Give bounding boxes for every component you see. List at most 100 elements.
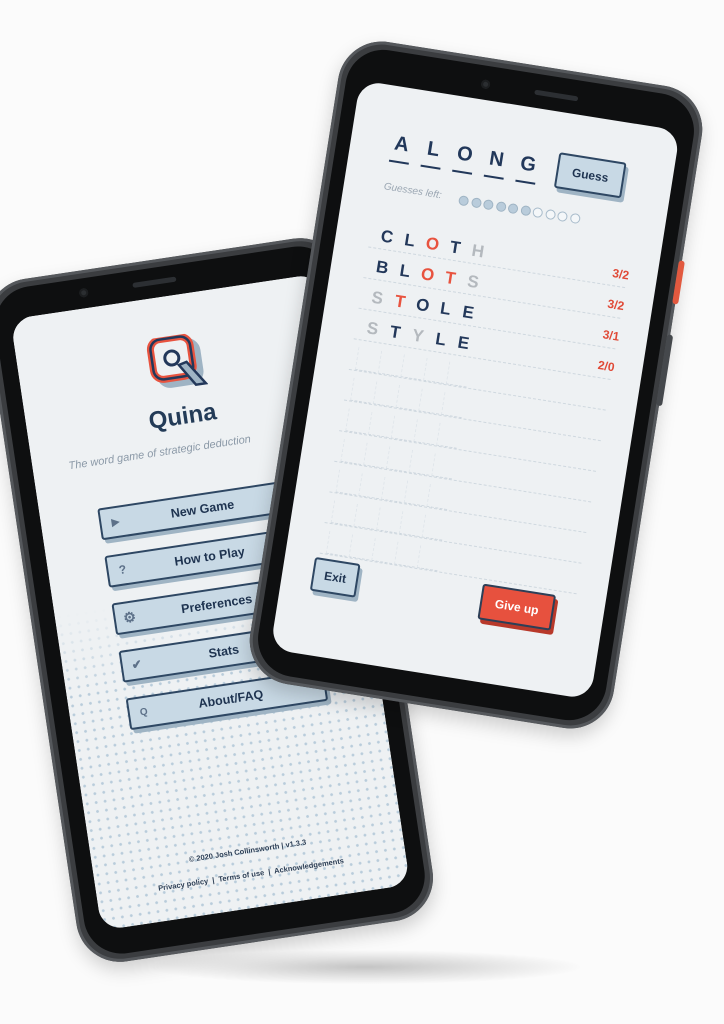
guess-letter-cell: L <box>392 259 417 284</box>
guess-used-dot <box>569 212 581 225</box>
guess-letter-cell: S <box>360 317 385 342</box>
guess-score: 3/1 <box>601 327 621 344</box>
terms-of-use-link[interactable]: Terms of use <box>218 868 265 884</box>
guess-used-dot <box>532 206 544 219</box>
guess-letter-cell: T <box>443 235 468 260</box>
guess-letter: S <box>370 287 385 309</box>
empty-letter-slot <box>400 354 425 381</box>
guess-letter-cell: E <box>456 300 481 325</box>
guess-letter-cell: C <box>374 225 399 250</box>
guess-used-dot <box>544 208 556 221</box>
guess-letter: L <box>434 329 448 350</box>
quina-logo-icon <box>146 333 209 388</box>
empty-letter-slot <box>371 538 396 565</box>
guess-letter: B <box>374 257 390 278</box>
guesses-left-label: Guesses left: <box>383 181 443 202</box>
play-icon: ▶ <box>110 516 121 529</box>
guess-letter: T <box>443 267 458 289</box>
guess-letter: O <box>424 233 441 255</box>
input-underline <box>483 174 504 180</box>
empty-letter-slot <box>330 500 355 527</box>
guess-used-dot <box>556 210 569 223</box>
guess-letter-cell: T <box>383 320 408 345</box>
guess-letter: E <box>461 302 476 323</box>
empty-letter-slot <box>335 469 360 496</box>
empty-letter-slot <box>436 422 461 449</box>
input-letter: A <box>392 132 411 157</box>
guess-letter-cell: Y <box>405 324 430 349</box>
empty-letter-slot <box>418 388 443 415</box>
empty-letter-slot <box>363 442 388 469</box>
input-underline <box>452 169 473 175</box>
empty-letter-slot <box>426 484 451 511</box>
empty-letter-slot <box>413 419 438 446</box>
guess-letter: C <box>379 226 395 248</box>
guess-letter-cell: H <box>465 239 490 264</box>
guess-letter: E <box>456 332 471 354</box>
empty-letter-slot <box>358 473 383 500</box>
guess-letter-cell: B <box>370 255 395 280</box>
input-underline <box>388 159 409 165</box>
phone-game-screen: A L O N G Guess Guesses left: C L O T H 3/2 B L… <box>243 35 709 735</box>
empty-letter-slot <box>393 541 419 568</box>
guess-letter-cell: S <box>365 286 390 311</box>
empty-letter-slot <box>423 357 448 384</box>
empty-letter-slot <box>340 439 365 466</box>
empty-letter-slot <box>385 446 411 473</box>
guess-letter-cell: T <box>438 266 463 291</box>
input-underline <box>420 164 441 170</box>
guess-letter-cell: L <box>397 228 422 253</box>
guess-letter-cell: O <box>420 232 445 257</box>
empty-letter-slot <box>348 534 373 561</box>
empty-letter-slot <box>440 392 466 419</box>
exit-button[interactable]: Exit <box>309 556 361 598</box>
guess-letter: Y <box>410 325 426 347</box>
guess-button[interactable]: Guess <box>553 152 627 199</box>
empty-letter-slot <box>354 347 380 374</box>
guess-letter-cell: L <box>433 297 458 322</box>
empty-letter-slot <box>372 381 398 408</box>
guess-letter: T <box>448 237 462 258</box>
q-logo-icon: Q <box>139 705 149 719</box>
empty-letter-slot <box>403 480 428 507</box>
empty-letter-slot <box>353 503 378 530</box>
empty-letter-slot <box>390 415 415 442</box>
empty-letter-slot <box>350 377 375 404</box>
guess-letter-cell: O <box>415 262 440 287</box>
give-up-button[interactable]: Give up <box>477 583 557 631</box>
guess-remaining-dot <box>470 197 482 209</box>
input-letter: N <box>487 147 506 172</box>
guess-letter: H <box>470 240 486 262</box>
guess-remaining-dot <box>507 202 519 215</box>
guess-remaining-dot <box>494 200 507 213</box>
privacy-policy-link[interactable]: Privacy policy <box>158 876 209 892</box>
gear-icon: ⚙ <box>122 607 137 626</box>
question-icon: ? <box>117 562 128 578</box>
guess-letter-cell: S <box>460 270 485 295</box>
guess-score: 2/0 <box>596 357 616 375</box>
empty-letter-slot <box>408 449 433 476</box>
guess-score: 3/2 <box>606 296 626 314</box>
guess-remaining-dot <box>482 198 495 211</box>
empty-letter-slot <box>376 507 401 534</box>
guess-letter: T <box>388 322 402 343</box>
floor-shadow <box>150 950 580 984</box>
empty-letter-slot <box>445 361 471 388</box>
input-letter: L <box>425 137 442 162</box>
empty-letter-slot <box>367 411 393 438</box>
guess-letter-cell: O <box>410 293 435 318</box>
empty-letter-slot <box>395 384 420 411</box>
check-circle-icon: ✔ <box>130 656 143 673</box>
guess-letter: O <box>414 294 431 316</box>
empty-letter-slot <box>325 530 351 557</box>
guess-letter-cell: T <box>387 290 412 315</box>
empty-letter-slot <box>398 511 424 538</box>
version-text: v1.3.3 <box>284 837 307 850</box>
empty-letter-slot <box>377 350 402 377</box>
guess-remaining-dot <box>519 204 532 217</box>
copyright-text: © 2020 Josh Collinsworth <box>188 841 280 864</box>
guess-letter: L <box>398 260 412 282</box>
guess-letter: T <box>393 291 407 312</box>
acknowledgements-link[interactable]: Acknowledgements <box>273 856 344 875</box>
power-button <box>672 260 685 305</box>
